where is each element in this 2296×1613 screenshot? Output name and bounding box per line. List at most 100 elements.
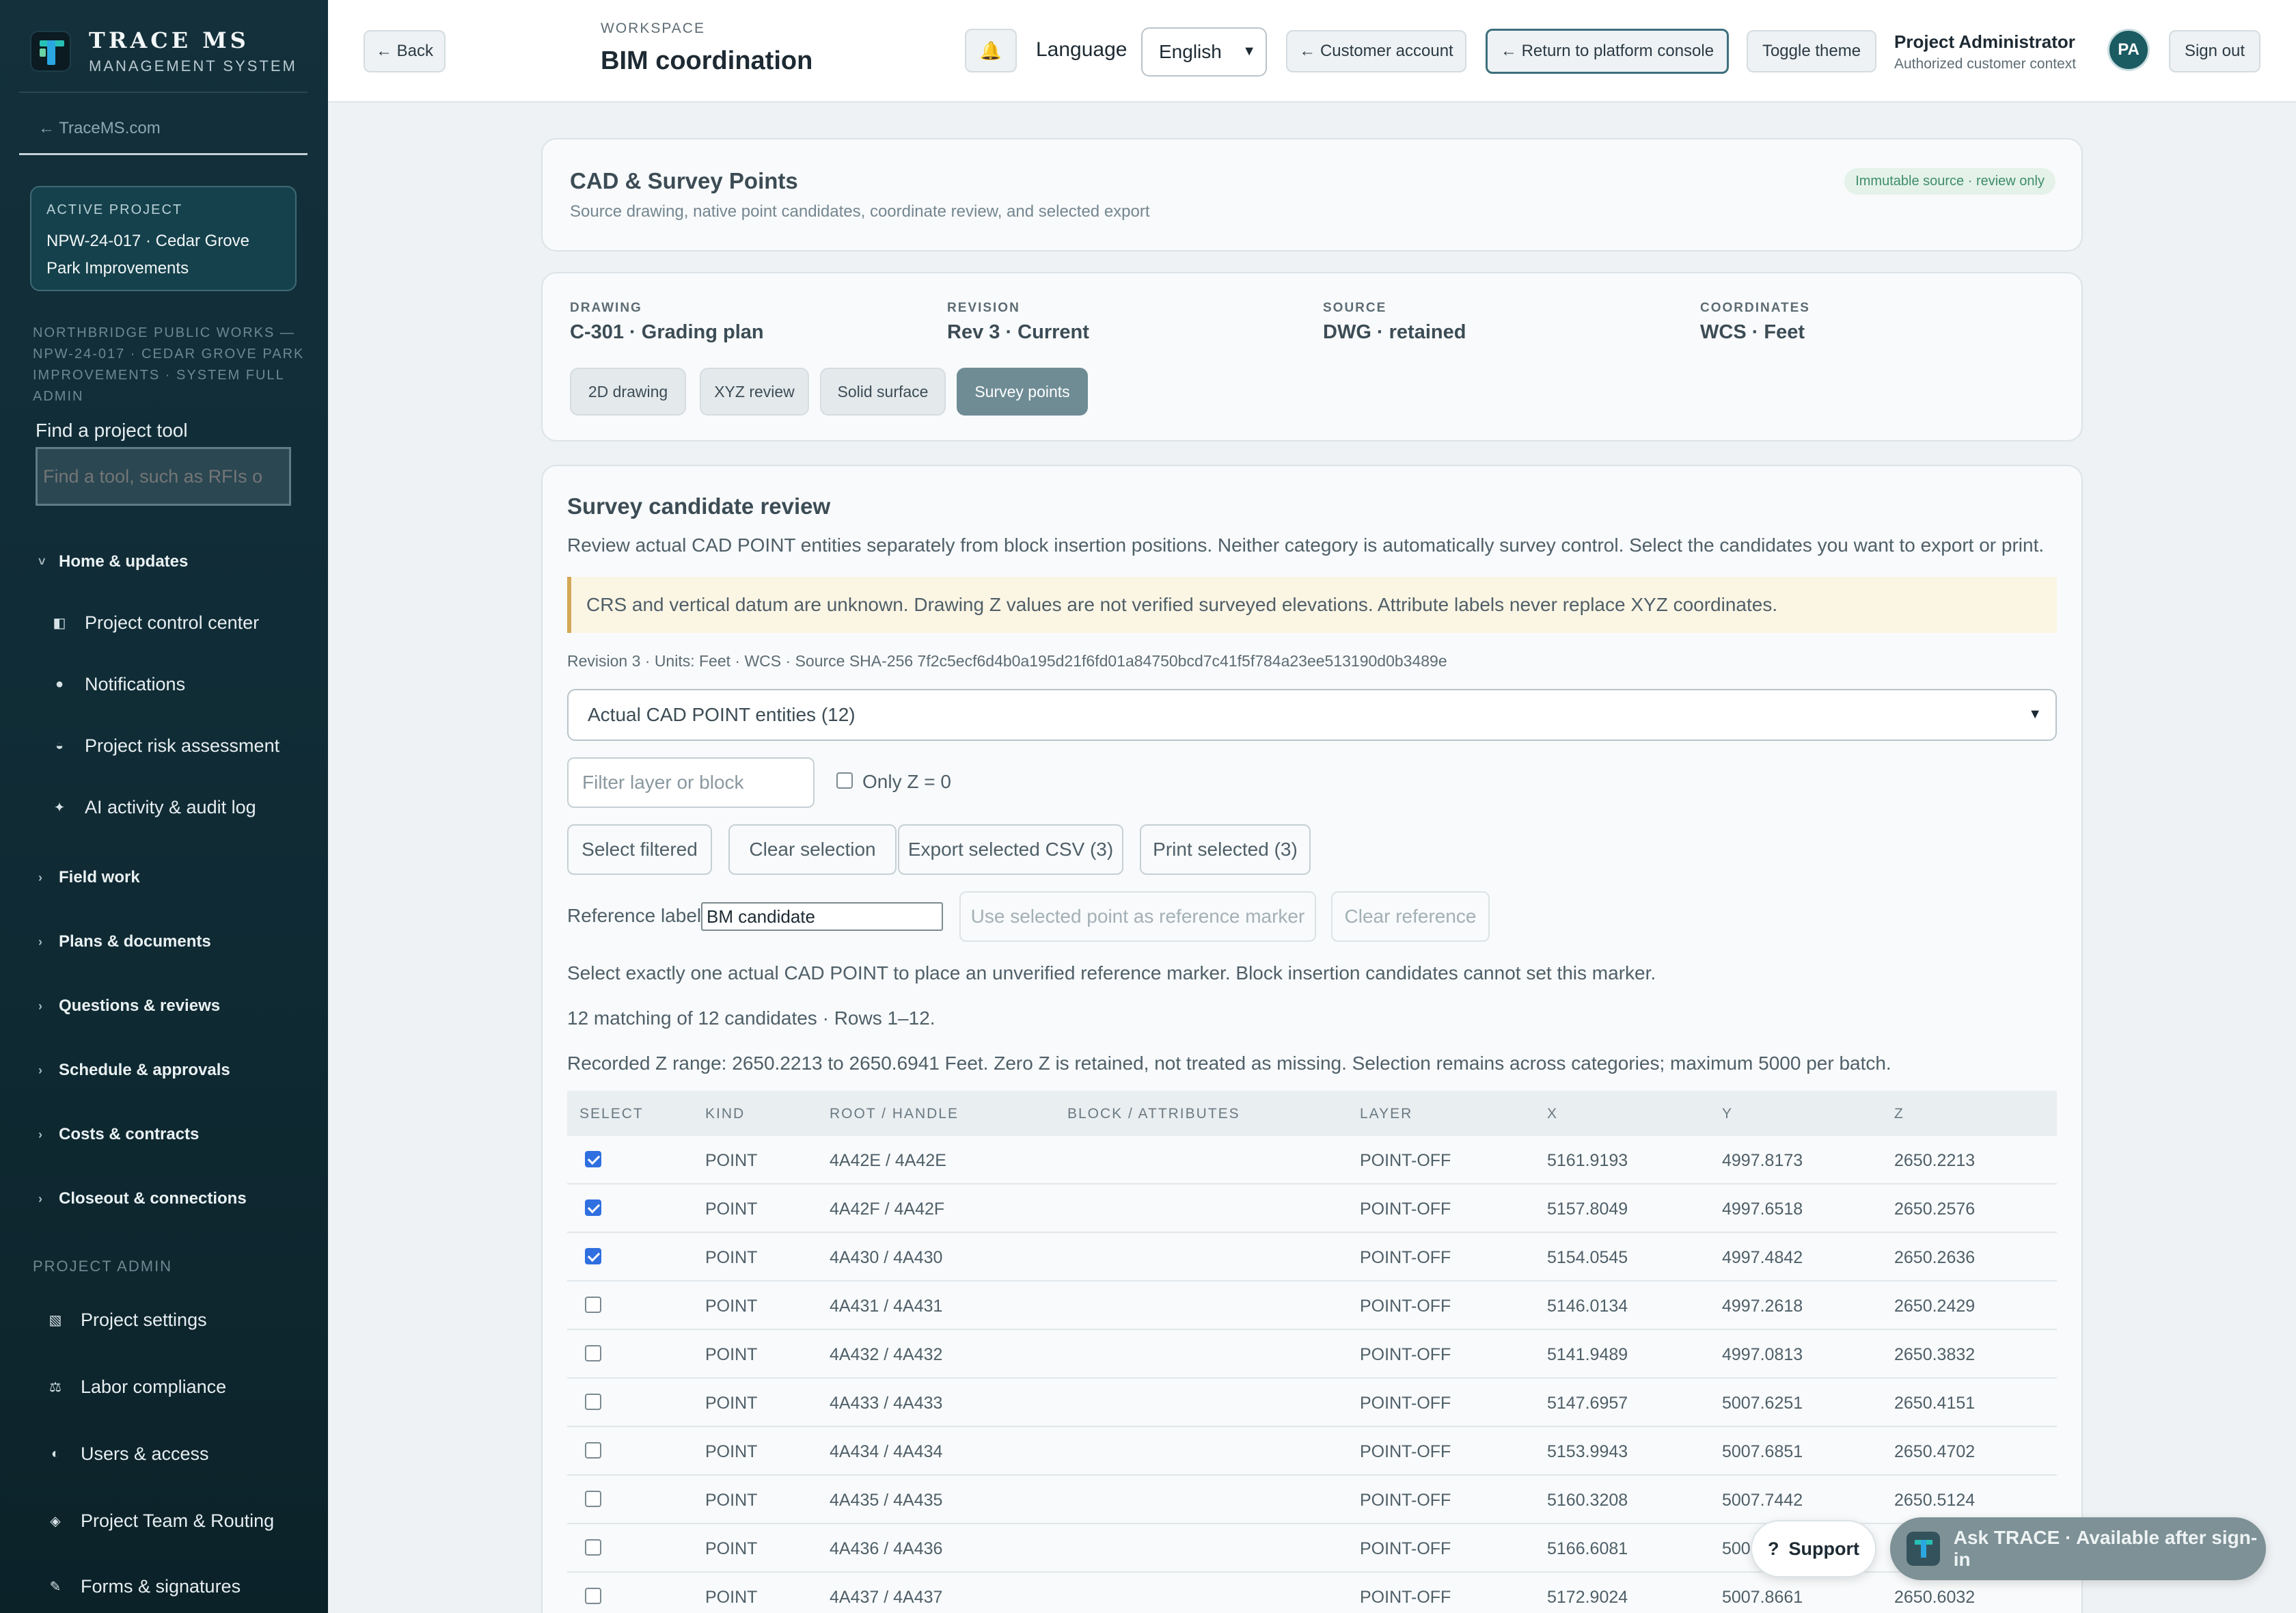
nav-item-project-control-center[interactable]: ◧ Project control center — [52, 612, 260, 634]
cell-z: 2650.2213 — [1894, 1151, 1976, 1170]
cell-y: 4997.6518 — [1722, 1199, 1803, 1219]
nav-group-costs-contracts[interactable]: › Costs & contracts — [38, 1125, 199, 1144]
brand[interactable]: TRACE MS MANAGEMENT SYSTEM — [30, 27, 297, 75]
table-row[interactable]: POINT 4A42F / 4A42F POINT-OFF 5157.8049 4997… — [567, 1184, 2057, 1233]
cell-x: 5141.9489 — [1547, 1345, 1628, 1364]
ask-trace-button[interactable]: Ask TRACE · Available after sign-in — [1890, 1517, 2266, 1580]
cell-layer: POINT-OFF — [1360, 1345, 1451, 1364]
tab-solid-surface[interactable]: Solid surface — [820, 368, 946, 416]
return-platform-console-button[interactable]: ← Return to platform console — [1486, 29, 1729, 74]
table-row[interactable]: POINT 4A433 / 4A433 POINT-OFF 5147.6957 5007… — [567, 1379, 2057, 1427]
export-csv-button[interactable]: Export selected CSV (3) — [898, 824, 1123, 875]
review-title: Survey candidate review — [567, 493, 831, 519]
revision-hash-line: Revision 3 · Units: Feet · WCS · Source … — [567, 652, 1447, 670]
reference-label-input[interactable]: BM candidate — [701, 902, 943, 931]
clear-selection-button[interactable]: Clear selection — [728, 824, 897, 875]
use-reference-marker-button[interactable]: Use selected point as reference marker — [959, 891, 1316, 942]
table-row[interactable]: POINT 4A437 / 4A437 POINT-OFF 5172.9024 5007… — [567, 1573, 2057, 1613]
tab-xyz-review[interactable]: XYZ review — [700, 368, 809, 416]
active-project-label: ACTIVE PROJECT — [46, 202, 183, 217]
find-tool-label: Find a project tool — [36, 420, 188, 441]
nav-item-labor-compliance[interactable]: ⚖ Labor compliance — [48, 1377, 226, 1398]
sidebar-divider — [19, 92, 308, 93]
cell-x: 5147.6957 — [1547, 1394, 1628, 1413]
toggle-theme-button[interactable]: Toggle theme — [1747, 30, 1876, 72]
table-row[interactable]: POINT 4A435 / 4A435 POINT-OFF 5160.3208 5007… — [567, 1476, 2057, 1524]
workspace-title: BIM coordination — [601, 46, 813, 75]
user-name: Project Administrator — [1894, 31, 2075, 52]
only-z-checkbox[interactable] — [836, 772, 853, 789]
ask-trace-label: Ask TRACE · Available after sign-in — [1953, 1527, 2258, 1570]
tab-2d-drawing[interactable]: 2D drawing — [570, 368, 686, 416]
row-select-checkbox[interactable] — [585, 1539, 601, 1556]
col-x: X — [1547, 1106, 1559, 1122]
cell-root-handle: 4A432 / 4A432 — [830, 1345, 943, 1364]
table-row[interactable]: POINT 4A42E / 4A42E POINT-OFF 5161.9193 4997… — [567, 1136, 2057, 1184]
z-range-note: Recorded Z range: 2650.2213 to 2650.6941… — [567, 1053, 1891, 1074]
nav-item-ai-activity-audit-log[interactable]: ✦ AI activity & audit log — [52, 797, 256, 818]
cell-kind: POINT — [705, 1394, 758, 1413]
select-filtered-button[interactable]: Select filtered — [567, 824, 712, 875]
nav-group-field-work[interactable]: › Field work — [38, 868, 140, 887]
chevron-down-icon: ▼ — [1242, 44, 1256, 59]
help-icon: ? — [1768, 1538, 1779, 1559]
nav-item-project-settings[interactable]: ▧ Project settings — [48, 1310, 207, 1331]
filter-layer-input[interactable]: Filter layer or block — [567, 757, 815, 808]
chevron-right-icon: › — [38, 1191, 42, 1206]
cell-y: 4997.2618 — [1722, 1297, 1803, 1316]
row-select-checkbox[interactable] — [585, 1151, 601, 1167]
chevron-down-icon: ˅ — [38, 554, 46, 569]
pen-icon: ✎ — [49, 1580, 62, 1595]
nav-group-home-updates[interactable]: ˅ Home & updates — [38, 552, 188, 571]
nav-group-closeout-connections[interactable]: › Closeout & connections — [38, 1189, 247, 1208]
row-select-checkbox[interactable] — [585, 1588, 601, 1604]
nav-item-forms-signatures[interactable]: ✎ Forms & signatures — [48, 1576, 241, 1597]
col-z: Z — [1894, 1106, 1904, 1122]
dot-icon: ● — [55, 677, 64, 692]
cell-y: 5007.6851 — [1722, 1442, 1803, 1461]
brand-subtitle: MANAGEMENT SYSTEM — [89, 57, 297, 74]
col-layer: LAYER — [1360, 1106, 1413, 1122]
language-select[interactable]: English ▼ — [1141, 27, 1267, 77]
col-select: SELECT — [579, 1106, 644, 1122]
find-tool-input[interactable] — [36, 447, 291, 506]
clear-reference-button[interactable]: Clear reference — [1331, 891, 1490, 942]
nav-group-questions-reviews[interactable]: › Questions & reviews — [38, 997, 220, 1016]
cell-x: 5146.0134 — [1547, 1297, 1628, 1316]
row-select-checkbox[interactable] — [585, 1394, 601, 1410]
nav-group-schedule-approvals[interactable]: › Schedule & approvals — [38, 1061, 230, 1080]
tab-survey-points[interactable]: Survey points — [957, 368, 1088, 416]
table-row[interactable]: POINT 4A431 / 4A431 POINT-OFF 5146.0134 4997… — [567, 1282, 2057, 1330]
table-row[interactable]: POINT 4A434 / 4A434 POINT-OFF 5153.9943 5007… — [567, 1427, 2057, 1476]
nav-group-plans-documents[interactable]: › Plans & documents — [38, 932, 211, 951]
tracems-home-link[interactable]: ← TraceMS.com — [38, 119, 161, 138]
nav-item-project-team-routing[interactable]: ◈ Project Team & Routing — [48, 1510, 274, 1532]
bell-icon[interactable]: 🔔 — [965, 29, 1017, 72]
row-select-checkbox[interactable] — [585, 1345, 601, 1361]
row-select-checkbox[interactable] — [585, 1297, 601, 1313]
cell-x: 5157.8049 — [1547, 1199, 1628, 1219]
active-project-card[interactable]: ACTIVE PROJECT NPW-24-017 · Cedar Grove … — [30, 186, 297, 291]
row-select-checkbox[interactable] — [585, 1248, 601, 1264]
back-button[interactable]: ← Back — [364, 30, 446, 72]
row-select-checkbox[interactable] — [585, 1491, 601, 1507]
nav-item-users-access[interactable]: ◐ Users & access — [48, 1443, 209, 1465]
chevron-down-icon: ▼ — [2028, 707, 2042, 722]
support-button[interactable]: ? Support — [1751, 1520, 1876, 1577]
language-label: Language — [1036, 38, 1128, 61]
sign-out-button[interactable]: Sign out — [2169, 30, 2260, 72]
print-selected-button[interactable]: Print selected (3) — [1140, 824, 1311, 875]
category-select[interactable]: Actual CAD POINT entities (12) ▼ — [567, 689, 2057, 741]
row-select-checkbox[interactable] — [585, 1442, 601, 1459]
source-value: DWG · retained — [1323, 321, 1466, 343]
trace-logo-icon — [30, 31, 71, 72]
table-row[interactable]: POINT 4A432 / 4A432 POINT-OFF 5141.9489 4997… — [567, 1330, 2057, 1379]
table-row[interactable]: POINT 4A430 / 4A430 POINT-OFF 5154.0545 4997… — [567, 1233, 2057, 1282]
customer-account-button[interactable]: ← Customer account — [1286, 30, 1466, 72]
cell-z: 2650.2429 — [1894, 1297, 1976, 1316]
revision-value: Rev 3 · Current — [947, 321, 1089, 343]
nav-item-notifications[interactable]: ● Notifications — [52, 674, 185, 695]
nav-item-project-risk-assessment[interactable]: ◒ Project risk assessment — [52, 735, 279, 757]
avatar[interactable]: PA — [2107, 29, 2150, 71]
row-select-checkbox[interactable] — [585, 1199, 601, 1216]
